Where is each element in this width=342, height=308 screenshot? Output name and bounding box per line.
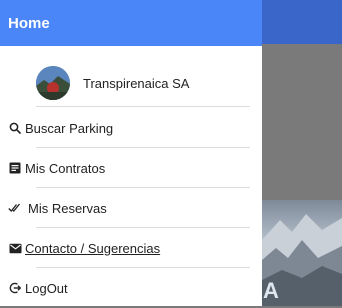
drawer-header: Home — [0, 0, 262, 46]
photo-overlay-text: A — [263, 278, 279, 303]
navigation-drawer: Home Transpirenaica SA Buscar Parking Mi… — [0, 0, 262, 306]
document-icon — [8, 161, 22, 175]
drawer-title: Home — [8, 14, 50, 32]
logout-icon — [8, 281, 22, 295]
menu-item-mis-contratos[interactable]: Mis Contratos — [0, 148, 262, 188]
menu-item-logout[interactable]: LogOut — [0, 268, 262, 308]
menu-item-label: Mis Reservas — [28, 200, 107, 216]
profile-name: Transpirenaica SA — [83, 75, 190, 91]
double-check-icon — [8, 201, 22, 215]
menu-item-mis-reservas[interactable]: Mis Reservas — [0, 188, 262, 228]
menu-item-buscar-parking[interactable]: Buscar Parking — [0, 108, 262, 148]
mail-icon — [8, 241, 22, 255]
divider — [36, 106, 250, 107]
menu-item-contacto-sugerencias[interactable]: Contacto / Sugerencias — [0, 228, 262, 268]
menu-item-label: Buscar Parking — [25, 120, 114, 136]
menu-item-label: LogOut — [25, 280, 68, 296]
avatar — [36, 66, 70, 100]
menu-item-label: Contacto / Sugerencias — [25, 240, 161, 256]
search-icon — [8, 121, 22, 135]
menu-item-label: Mis Contratos — [25, 160, 106, 176]
user-profile[interactable]: Transpirenaica SA — [0, 62, 262, 104]
